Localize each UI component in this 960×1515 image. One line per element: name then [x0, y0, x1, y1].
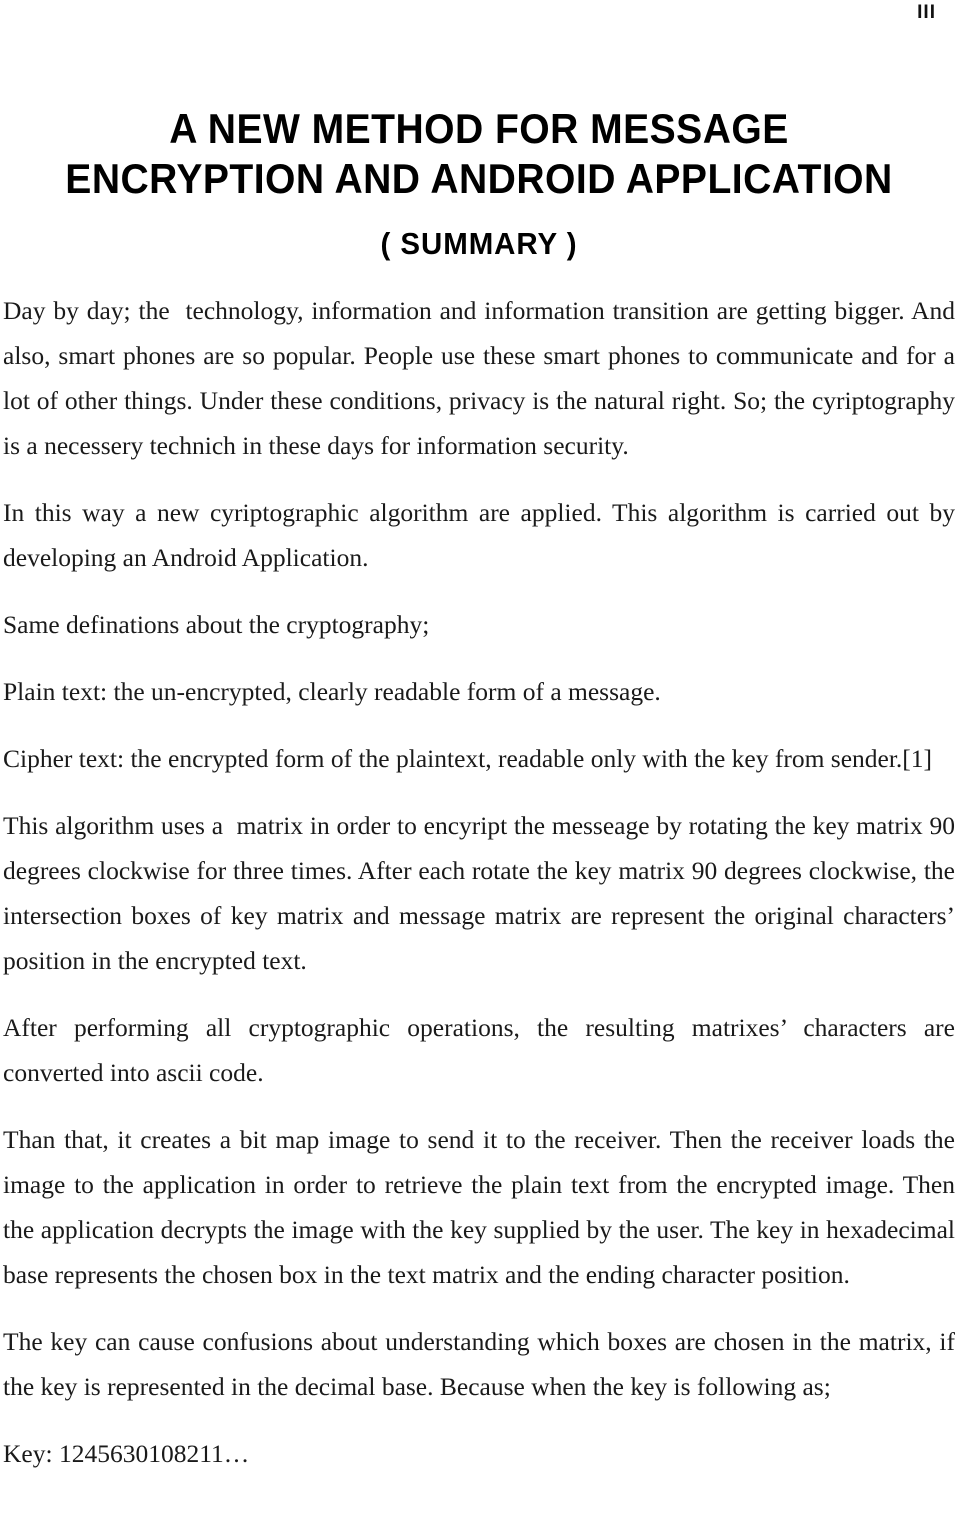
document-body: Day by day; the technology, information … [3, 288, 955, 1476]
document-page: III A NEW METHOD FOR MESSAGE ENCRYPTION … [0, 0, 960, 1515]
page-title-line-2: ENCRYPTION AND ANDROID APPLICATION [65, 155, 893, 202]
paragraph-key-confusion: The key can cause confusions about under… [3, 1327, 955, 1401]
paragraph-intro: Day by day; the technology, information … [3, 296, 955, 460]
paragraph-plain-text-definition: Plain text: the un-encrypted, clearly re… [3, 677, 661, 706]
page-number: III [917, 2, 936, 23]
paragraph-bitmap-transmission: Than that, it creates a bit map image to… [3, 1125, 955, 1289]
document-title-block: A NEW METHOD FOR MESSAGE ENCRYPTION AND … [3, 0, 955, 264]
paragraph-key-example: Key: 1245630108211… [3, 1439, 250, 1468]
paragraph-algorithm-applied: In this way a new cyriptographic algorit… [3, 498, 955, 572]
paragraph-ascii-conversion: After performing all cryptographic opera… [3, 1013, 955, 1087]
paragraph-matrix-rotation: This algorithm uses a matrix in order to… [3, 811, 955, 975]
paragraph-definitions-heading: Same definations about the cryptography; [3, 610, 430, 639]
page-title-line-1: A NEW METHOD FOR MESSAGE [169, 105, 789, 152]
page-subtitle: ( SUMMARY ) [380, 226, 578, 261]
paragraph-cipher-text-definition: Cipher text: the encrypted form of the p… [3, 744, 933, 773]
